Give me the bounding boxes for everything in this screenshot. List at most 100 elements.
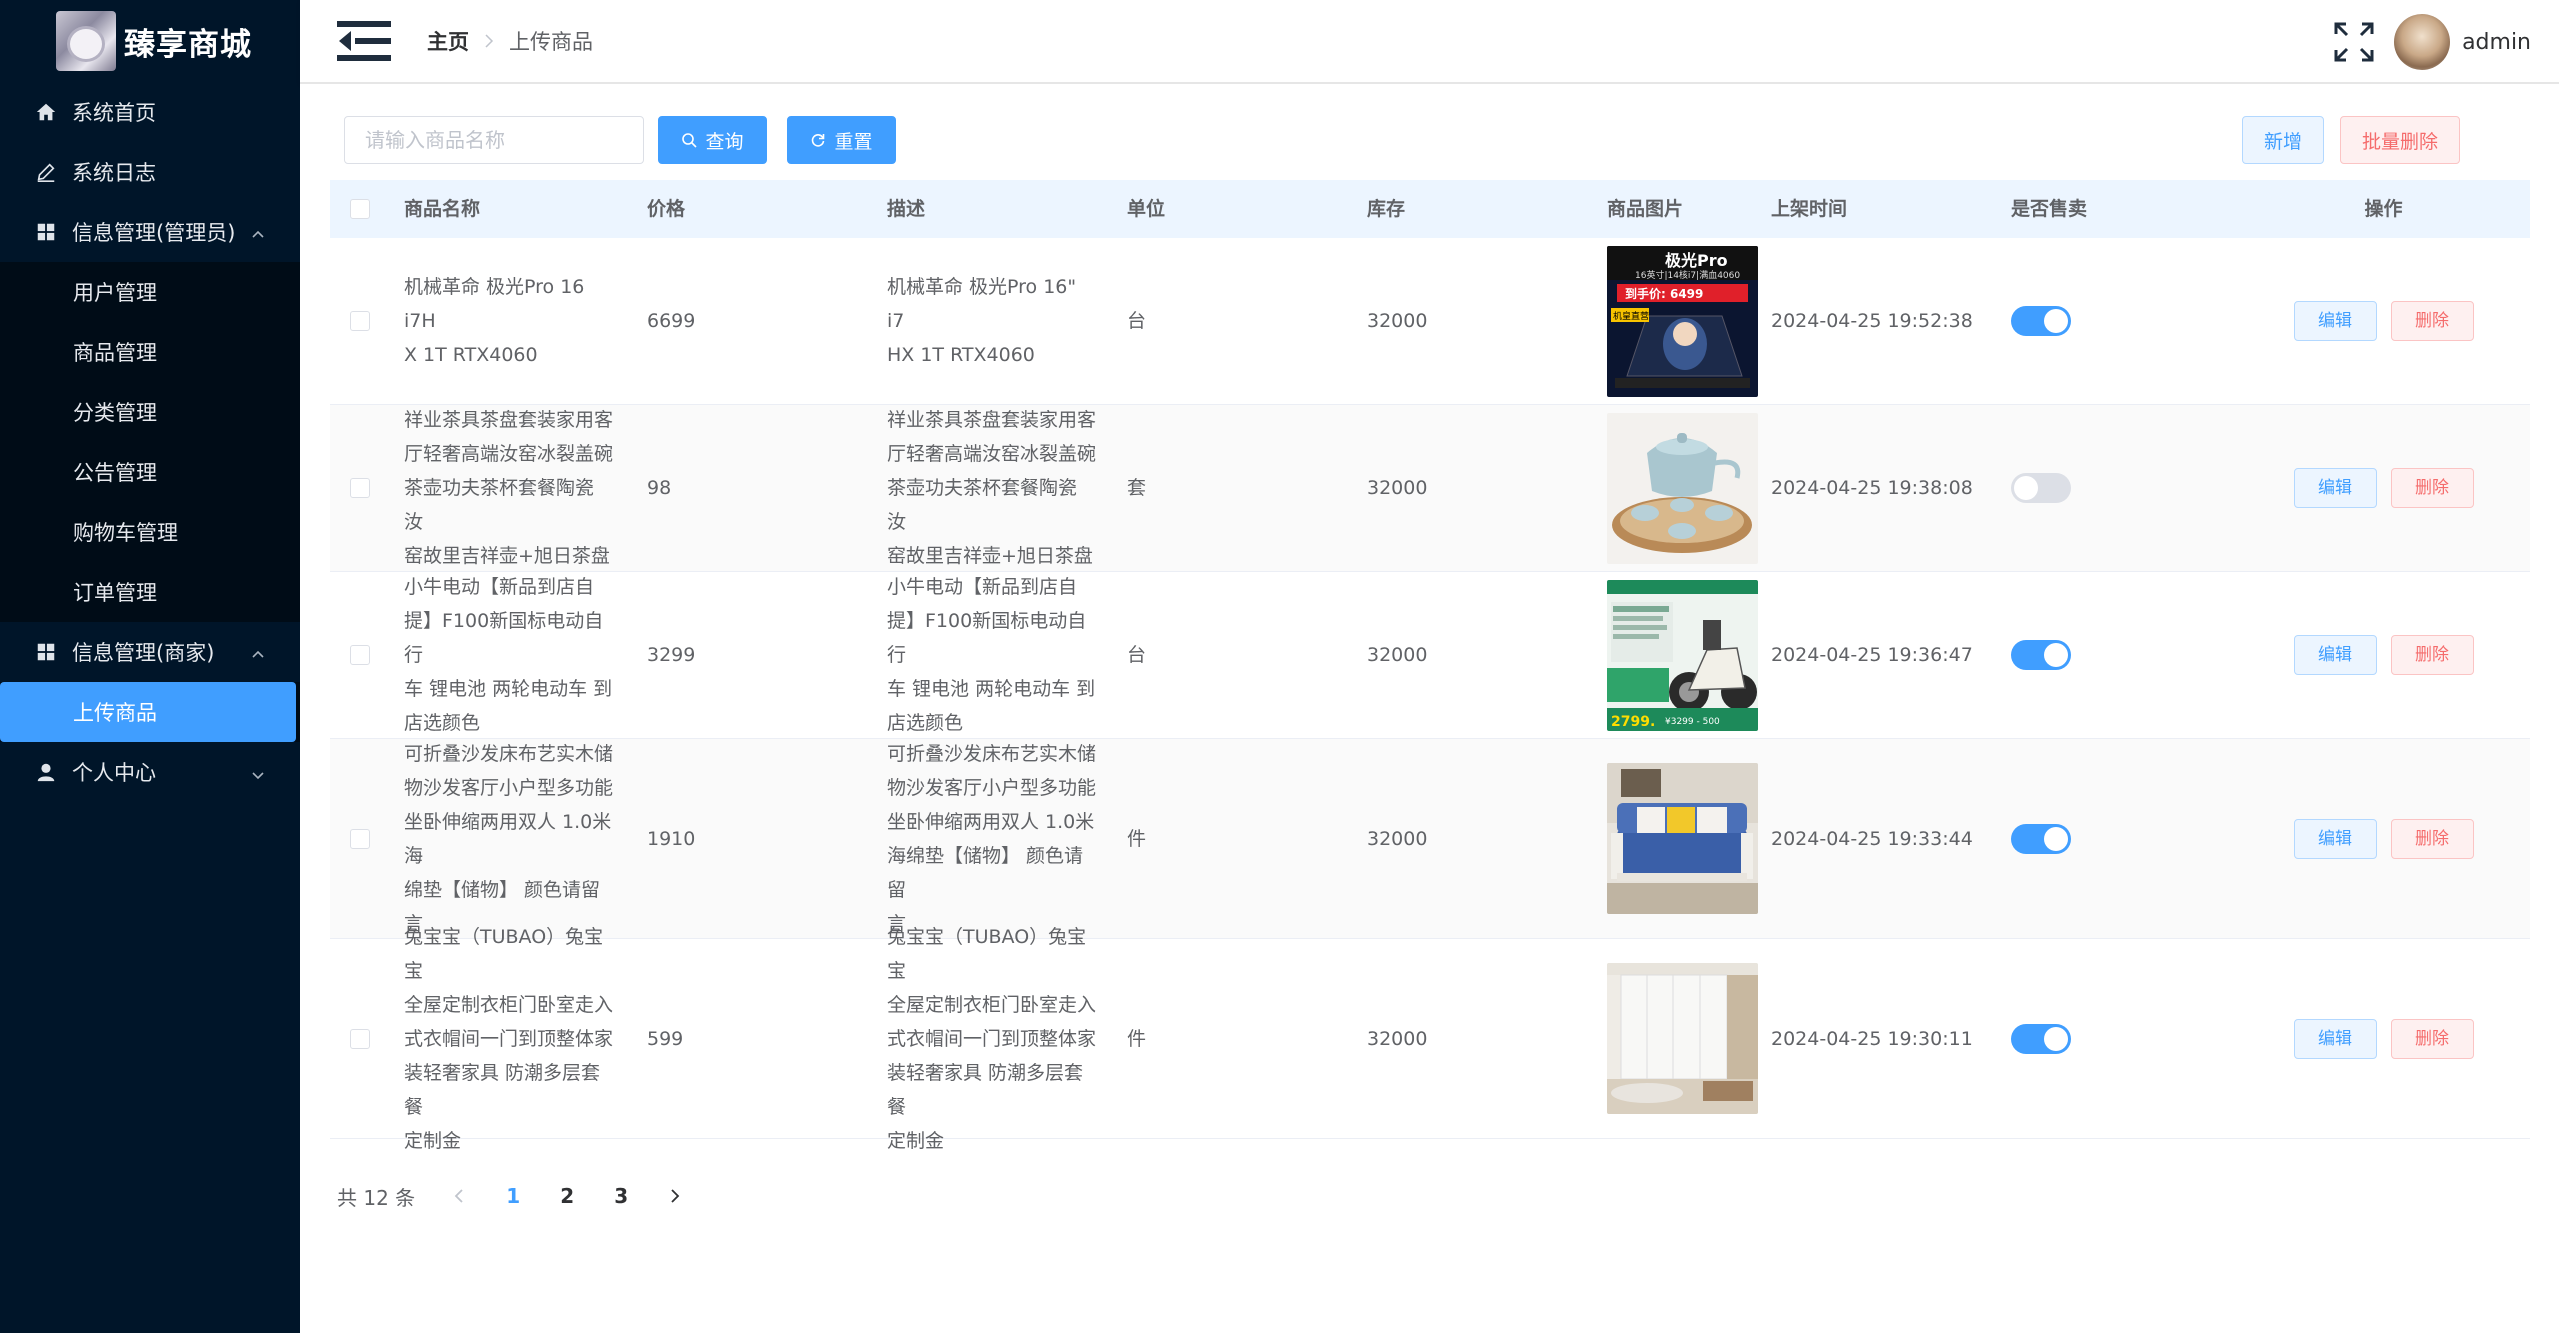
select-all-cell xyxy=(330,199,390,219)
batch-delete-button[interactable]: 批量删除 xyxy=(2340,116,2460,164)
delete-button[interactable]: 删除 xyxy=(2390,468,2474,508)
on-sale-switch[interactable] xyxy=(2011,306,2071,336)
edit-button[interactable]: 编辑 xyxy=(2293,301,2377,341)
sidebar-item-orders[interactable]: 订单管理 xyxy=(0,562,300,622)
sidebar-item-upload-product[interactable]: 上传商品 xyxy=(0,682,296,742)
name-line: 茶壶功夫茶杯套餐陶瓷 汝 xyxy=(404,477,595,533)
sidebar-item-users[interactable]: 用户管理 xyxy=(0,262,300,322)
sidebar-item-label: 系统日志 xyxy=(72,161,156,185)
page-3-button[interactable]: 3 xyxy=(599,1176,643,1216)
chevron-right-icon xyxy=(483,29,495,53)
column-header-desc: 描述 xyxy=(887,198,926,220)
submenu-admin: 用户管理 商品管理 分类管理 公告管理 购物车管理 订单管理 xyxy=(0,262,300,622)
product-image[interactable] xyxy=(1607,963,1758,1114)
delete-button[interactable]: 删除 xyxy=(2390,818,2474,859)
edit-button[interactable]: 编辑 xyxy=(2293,468,2377,508)
grid-icon xyxy=(34,220,58,244)
sidebar-item-label: 分类管理 xyxy=(73,401,157,425)
avatar[interactable] xyxy=(2394,14,2451,70)
row-checkbox-cell xyxy=(330,828,390,849)
row-checkbox[interactable] xyxy=(350,645,370,665)
product-image-cell: 极光Pro 16英寸|14核i7|满血4060 到手价: 6499 机皇直营 xyxy=(1593,245,1758,397)
delete-button[interactable]: 删除 xyxy=(2390,1018,2474,1059)
edit-button[interactable]: 编辑 xyxy=(2293,818,2377,859)
next-page-button[interactable] xyxy=(653,1176,697,1216)
on-sale-switch[interactable] xyxy=(2011,1023,2071,1054)
thumb-price: 2799. xyxy=(1611,714,1655,730)
sidebar-item-notices[interactable]: 公告管理 xyxy=(0,442,300,502)
name-line: 定制金 xyxy=(404,1129,462,1152)
row-checkbox[interactable] xyxy=(350,311,370,331)
thumb-coupon: ¥3299 - 500 xyxy=(1665,717,1720,727)
sidebar-item-products[interactable]: 商品管理 xyxy=(0,322,300,382)
row-checkbox-cell xyxy=(330,1028,390,1049)
product-image[interactable]: 2799. ¥3299 - 500 xyxy=(1607,579,1758,731)
page-1-button[interactable]: 1 xyxy=(491,1176,535,1216)
desc-line: 装轻奢家具 防潮多层套餐 xyxy=(887,1061,1084,1118)
delete-button[interactable]: 删除 xyxy=(2390,301,2474,341)
sidebar-item-label: 订单管理 xyxy=(73,581,157,605)
edit-button[interactable]: 编辑 xyxy=(2293,635,2377,675)
header: 主页 上传商品 admin xyxy=(300,0,2559,84)
sidebar-item-log[interactable]: 系统日志 xyxy=(0,142,300,202)
chevron-left-icon xyxy=(454,1189,463,1203)
app-title: 臻享商城 xyxy=(124,26,252,63)
toolbar: 查询 重置 xyxy=(344,116,896,164)
row-checkbox[interactable] xyxy=(350,828,370,849)
on-sale-switch[interactable] xyxy=(2011,640,2071,670)
product-price: 599 xyxy=(647,1027,684,1050)
row-checkbox[interactable] xyxy=(350,1028,370,1049)
product-name: 可折叠沙发床布艺实木储 物沙发客厅小户型多功能 坐卧伸缩两用双人 1.0米海 绵垫【储… xyxy=(390,737,633,941)
delete-button[interactable]: 删除 xyxy=(2390,635,2474,675)
table-row: 小牛电动【新品到店自 提】F100新国标电动自行车 锂电池 两轮电动车 到店选颜色… xyxy=(330,572,2530,739)
fullscreen-icon[interactable] xyxy=(2332,20,2376,64)
sidebar-item-cart[interactable]: 购物车管理 xyxy=(0,502,300,562)
search-input[interactable] xyxy=(344,116,644,164)
desc-line: HX 1T RTX4060 xyxy=(887,344,1035,366)
menu-fold-icon[interactable] xyxy=(337,19,391,63)
column-header-time: 上架时间 xyxy=(1771,198,1848,220)
sidebar-group-merchant[interactable]: 信息管理(商家) xyxy=(0,622,300,682)
name-line: 式衣帽间一门到顶整体家 xyxy=(404,1027,614,1050)
product-image[interactable] xyxy=(1607,412,1758,564)
chevron-right-icon xyxy=(671,1189,680,1203)
on-sale-switch[interactable] xyxy=(2011,823,2071,854)
table-row: 兔宝宝（TUBAO）兔宝宝 全屋定制衣柜门卧室走入 式衣帽间一门到顶整体家 装轻奢家具… xyxy=(330,926,2530,1152)
sidebar-group-label: 信息管理(商家) xyxy=(72,641,215,665)
page-2-button[interactable]: 2 xyxy=(545,1176,589,1216)
table-row: 祥业茶具茶盘套装家用客 厅轻奢高端汝窑冰裂盖碗 茶壶功夫茶杯套餐陶瓷 汝窑故里吉祥壶… xyxy=(330,405,2530,572)
product-stock: 32000 xyxy=(1367,827,1428,850)
product-name: 机械革命 极光Pro 16 i7H X 1T RTX4060 xyxy=(390,270,633,372)
add-button[interactable]: 新增 xyxy=(2242,116,2324,164)
query-button-label: 查询 xyxy=(705,130,744,153)
user-icon xyxy=(34,760,58,784)
name-line: 全屋定制衣柜门卧室走入 xyxy=(404,993,614,1016)
breadcrumb-home[interactable]: 主页 xyxy=(427,26,469,56)
column-header-image: 商品图片 xyxy=(1607,198,1684,220)
row-actions: 编辑 删除 xyxy=(2237,301,2530,341)
select-all-checkbox[interactable] xyxy=(350,199,370,219)
username[interactable]: admin xyxy=(2462,30,2531,55)
prev-page-button[interactable] xyxy=(437,1176,481,1216)
row-checkbox[interactable] xyxy=(350,478,370,498)
query-button[interactable]: 查询 xyxy=(658,116,767,164)
product-image[interactable] xyxy=(1607,763,1758,914)
sidebar-item-home[interactable]: 系统首页 xyxy=(0,82,300,142)
edit-button[interactable]: 编辑 xyxy=(2293,1018,2377,1059)
reset-button[interactable]: 重置 xyxy=(787,116,896,164)
sidebar-group-personal[interactable]: 个人中心 xyxy=(0,742,300,802)
product-image[interactable]: 极光Pro 16英寸|14核i7|满血4060 到手价: 6499 机皇直营 xyxy=(1607,245,1758,397)
main-content: 查询 重置 新增 批量删除 商品名称 价格 描述 单位 库存 商品图片 上架时间… xyxy=(300,84,2559,1333)
on-sale-cell xyxy=(1997,1023,2237,1054)
logo[interactable]: 臻享商城 xyxy=(0,0,300,82)
on-sale-switch[interactable] xyxy=(2011,473,2071,503)
on-sale-cell xyxy=(1997,306,2237,336)
sidebar-item-categories[interactable]: 分类管理 xyxy=(0,382,300,442)
name-line: 店选颜色 xyxy=(404,712,481,734)
pagination-total: 共 12 条 xyxy=(337,1185,416,1210)
product-name: 兔宝宝（TUBAO）兔宝宝 全屋定制衣柜门卧室走入 式衣帽间一门到顶整体家 装轻奢家具… xyxy=(390,920,633,1158)
sidebar-group-admin[interactable]: 信息管理(管理员) xyxy=(0,202,300,262)
product-unit: 台 xyxy=(1127,310,1147,332)
breadcrumb-current: 上传商品 xyxy=(509,30,593,54)
product-desc: 机械革命 极光Pro 16" i7 HX 1T RTX4060 xyxy=(873,270,1113,372)
